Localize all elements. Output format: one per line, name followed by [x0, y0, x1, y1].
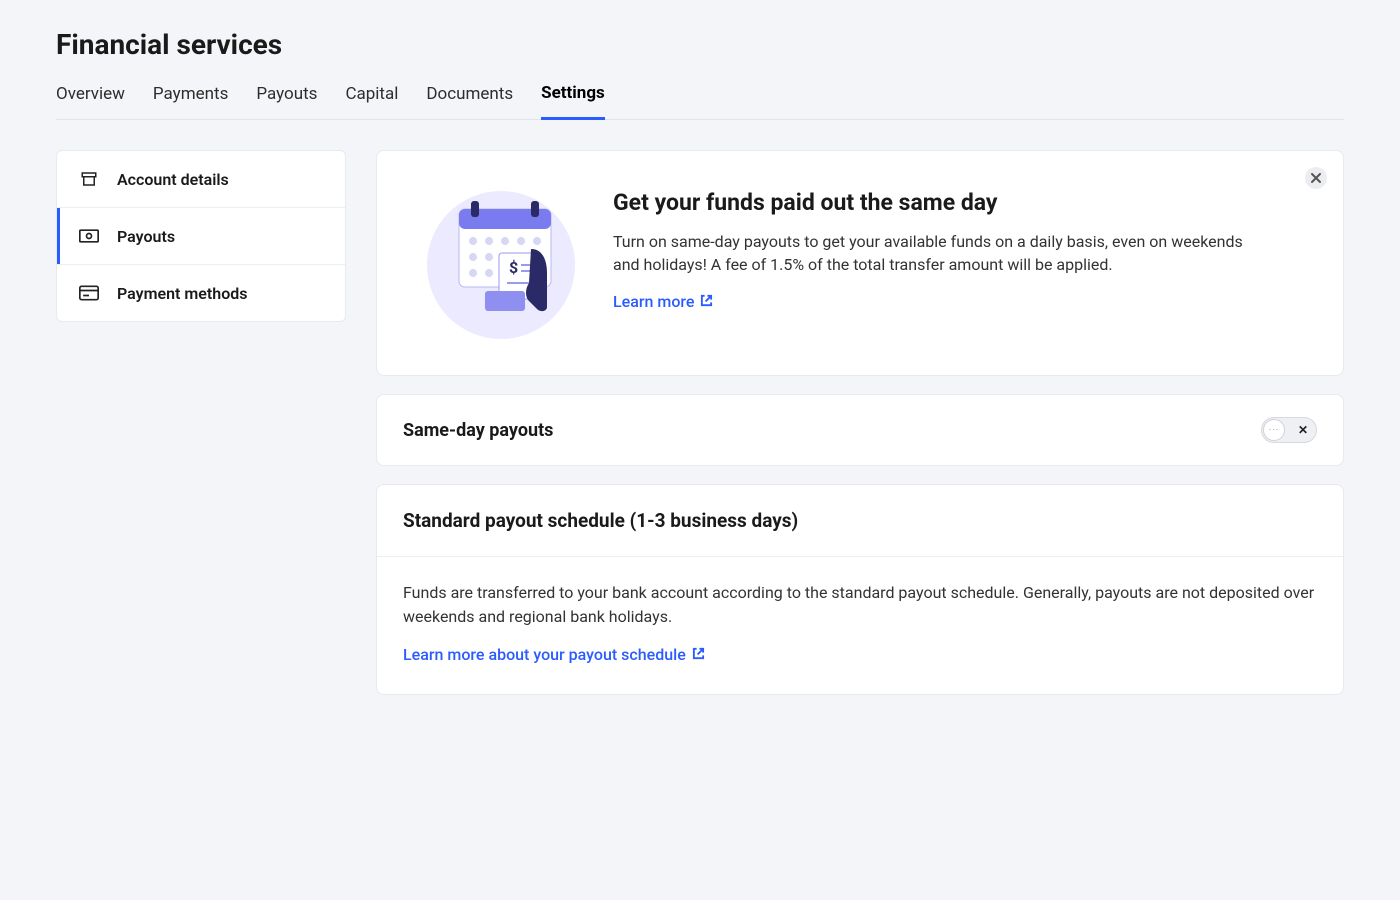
cash-icon	[79, 226, 99, 246]
promo-title: Get your funds paid out the same day	[613, 189, 1273, 216]
svg-text:$: $	[509, 258, 518, 277]
sidebar-item-label: Account details	[117, 170, 229, 189]
main-content: $ Get your funds paid out the same day T…	[376, 150, 1344, 695]
sidebar-item-payment-methods[interactable]: Payment methods	[57, 265, 345, 321]
tab-capital[interactable]: Capital	[345, 83, 398, 119]
same-day-toggle-card: Same-day payouts ··· ✕	[376, 394, 1344, 466]
link-label: Learn more	[613, 292, 694, 311]
toggle-off-icon: ✕	[1298, 423, 1308, 437]
sidebar-item-payouts[interactable]: Payouts	[57, 208, 345, 265]
schedule-learn-more-link[interactable]: Learn more about your payout schedule	[403, 645, 705, 664]
sidebar-item-label: Payment methods	[117, 284, 248, 303]
schedule-title: Standard payout schedule (1-3 business d…	[377, 485, 1343, 557]
storefront-icon	[79, 169, 99, 189]
card-icon	[79, 283, 99, 303]
settings-sidebar: Account details Payouts	[56, 150, 346, 322]
same-day-promo-card: $ Get your funds paid out the same day T…	[376, 150, 1344, 376]
tab-overview[interactable]: Overview	[56, 83, 125, 119]
link-label: Learn more about your payout schedule	[403, 645, 686, 664]
external-link-icon	[700, 292, 713, 311]
promo-description: Turn on same-day payouts to get your ava…	[613, 230, 1273, 276]
standard-schedule-card: Standard payout schedule (1-3 business d…	[376, 484, 1344, 695]
sidebar-item-account-details[interactable]: Account details	[57, 151, 345, 208]
same-day-toggle-label: Same-day payouts	[403, 420, 553, 441]
tab-payments[interactable]: Payments	[153, 83, 228, 119]
tab-documents[interactable]: Documents	[426, 83, 513, 119]
same-day-toggle[interactable]: ··· ✕	[1261, 417, 1317, 443]
close-icon[interactable]	[1305, 167, 1327, 189]
external-link-icon	[692, 645, 705, 664]
tab-payouts[interactable]: Payouts	[256, 83, 317, 119]
sidebar-item-label: Payouts	[117, 227, 175, 246]
main-tabs: Overview Payments Payouts Capital Docume…	[56, 83, 1344, 120]
learn-more-link[interactable]: Learn more	[613, 292, 713, 311]
calendar-payout-illustration: $	[421, 179, 581, 339]
tab-settings[interactable]: Settings	[541, 83, 605, 120]
schedule-description: Funds are transferred to your bank accou…	[403, 581, 1317, 629]
toggle-knob: ···	[1263, 419, 1285, 441]
page-title: Financial services	[56, 28, 1344, 61]
